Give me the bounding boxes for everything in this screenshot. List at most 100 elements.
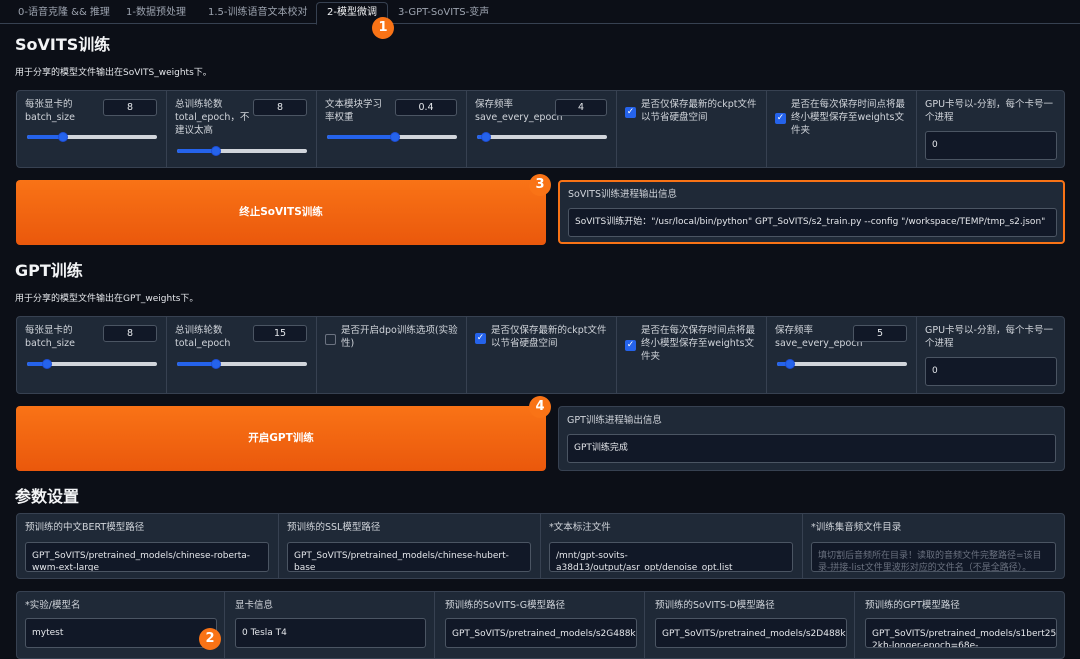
sovits-output-label: SoVITS训练进程输出信息 xyxy=(568,189,677,200)
sovits-batch-input[interactable]: 8 xyxy=(103,99,157,116)
sovits-output-textbox[interactable]: SoVITS训练开始："/usr/local/bin/python" GPT_S… xyxy=(568,208,1057,237)
s2d-path-cell: 预训练的SoVITS-D模型路径 GPT_SoVITS/pretrained_m… xyxy=(645,592,855,658)
sovits-output-panel: SoVITS训练进程输出信息 SoVITS训练开始："/usr/local/bi… xyxy=(558,180,1065,244)
sovits-epoch-cell: 总训练轮数total_epoch，不建议太高 8 xyxy=(167,91,317,167)
slider-knob[interactable] xyxy=(785,359,795,369)
gpt-save-label: 保存频率save_every_epoch xyxy=(775,325,863,349)
gpt-save-small-label: 是否在每次保存时间点将最终小模型保存至weights文件夹 xyxy=(641,325,756,362)
app-root: 0-语音克隆 && 推理 1-数据预处理 1.5-训练语音文本校对 2-模型微调… xyxy=(0,0,1080,659)
params-paths-panel: 预训练的中文BERT模型路径 GPT_SoVITS/pretrained_mod… xyxy=(16,513,1065,579)
list-file-cell: *文本标注文件 /mnt/gpt-sovits-a38d13/output/as… xyxy=(541,514,803,578)
s2d-path-input[interactable]: GPT_SoVITS/pretrained_models/s2D488k.pth xyxy=(655,618,847,648)
gpt-dpo-checkbox[interactable] xyxy=(325,334,336,345)
sovits-title: SoVITS训练 xyxy=(15,35,111,54)
gpt-save-small-checkbox[interactable]: ✓ xyxy=(625,340,636,351)
gpt-save-slider[interactable] xyxy=(777,359,907,369)
slider-knob[interactable] xyxy=(389,132,400,142)
gpu-info-cell: 显卡信息 0 Tesla T4 xyxy=(225,592,435,658)
gpt-batch-slider[interactable] xyxy=(27,359,157,369)
tab-proofread[interactable]: 1.5-训练语音文本校对 xyxy=(208,4,308,24)
slider-knob[interactable] xyxy=(41,359,52,369)
gpt-latest-ckpt-cell: ✓ 是否仅保存最新的ckpt文件以节省硬盘空间 xyxy=(467,317,617,393)
gpt-model-path-input[interactable]: GPT_SoVITS/pretrained_models/s1bert25hz-… xyxy=(865,618,1057,648)
sovits-latest-ckpt-checkbox[interactable]: ✓ xyxy=(625,107,636,118)
sovits-save-small-checkbox[interactable]: ✓ xyxy=(775,113,786,124)
gpt-epoch-slider[interactable] xyxy=(177,359,307,369)
sovits-save-label: 保存频率save_every_epoch xyxy=(475,99,563,123)
params-models-panel: *实验/模型名 mytest 显卡信息 0 Tesla T4 预训练的SoVIT… xyxy=(16,591,1065,659)
sovits-gpu-input[interactable]: 0 xyxy=(925,131,1057,160)
gpt-gpu-label: GPU卡号以-分割，每个卡号一个进程 xyxy=(925,325,1053,349)
gpt-latest-ckpt-checkbox[interactable]: ✓ xyxy=(475,333,486,344)
sovits-epoch-label: 总训练轮数total_epoch，不建议太高 xyxy=(175,99,250,136)
tab-inference[interactable]: 0-语音克隆 && 推理 xyxy=(18,4,110,24)
gpt-epoch-input[interactable]: 15 xyxy=(253,325,307,342)
gpt-gpu-input[interactable]: 0 xyxy=(925,357,1057,386)
step-badge-2: 2 xyxy=(199,628,221,650)
sovits-epoch-input[interactable]: 8 xyxy=(253,99,307,116)
tab-bar: 0-语音克隆 && 推理 1-数据预处理 1.5-训练语音文本校对 2-模型微调… xyxy=(0,0,1080,25)
tab-voice-change[interactable]: 3-GPT-SoVITS-变声 xyxy=(398,4,489,24)
sovits-gpu-label: GPU卡号以-分割，每个卡号一个进程 xyxy=(925,99,1053,123)
gpt-batch-input[interactable]: 8 xyxy=(103,325,157,342)
bert-path-label: 预训练的中文BERT模型路径 xyxy=(25,522,145,533)
sovits-batch-slider[interactable] xyxy=(27,132,157,142)
step-badge-4: 4 xyxy=(529,396,551,418)
sovits-latest-ckpt-cell: ✓ 是否仅保存最新的ckpt文件以节省硬盘空间 xyxy=(617,91,767,167)
s2d-path-label: 预训练的SoVITS-D模型路径 xyxy=(655,600,775,611)
s2g-path-input[interactable]: GPT_SoVITS/pretrained_models/s2G488k.pth xyxy=(445,618,637,648)
gpt-output-textbox[interactable]: GPT训练完成 xyxy=(567,434,1056,463)
gpt-epoch-label: 总训练轮数total_epoch xyxy=(175,325,231,349)
bert-path-cell: 预训练的中文BERT模型路径 GPT_SoVITS/pretrained_mod… xyxy=(17,514,279,578)
list-file-input[interactable]: /mnt/gpt-sovits-a38d13/output/asr_opt/de… xyxy=(549,542,793,572)
start-gpt-train-button[interactable]: 开启GPT训练 xyxy=(16,406,546,471)
slider-fill xyxy=(327,135,395,139)
slider-knob[interactable] xyxy=(58,132,69,142)
ssl-path-input[interactable]: GPT_SoVITS/pretrained_models/chinese-hub… xyxy=(287,542,531,572)
gpt-epoch-cell: 总训练轮数total_epoch 15 xyxy=(167,317,317,393)
gpu-info-input[interactable]: 0 Tesla T4 xyxy=(235,618,426,648)
gpt-batch-label: 每张显卡的batch_size xyxy=(25,325,75,349)
stop-sovits-train-button[interactable]: 终止SoVITS训练 xyxy=(16,180,546,245)
sovits-save-input[interactable]: 4 xyxy=(555,99,607,116)
gpt-gpu-cell: GPU卡号以-分割，每个卡号一个进程 0 xyxy=(917,317,1066,393)
params-title: 参数设置 xyxy=(15,487,80,506)
slider-knob[interactable] xyxy=(211,146,221,156)
gpt-output-label: GPT训练进程输出信息 xyxy=(567,415,662,426)
step-badge-3: 3 xyxy=(529,174,551,196)
s2g-path-label: 预训练的SoVITS-G模型路径 xyxy=(445,600,566,611)
gpt-latest-ckpt-label: 是否仅保存最新的ckpt文件以节省硬盘空间 xyxy=(491,325,607,349)
sovits-save-slider[interactable] xyxy=(477,132,607,142)
exp-name-label: *实验/模型名 xyxy=(25,600,81,611)
sovits-text-lr-cell: 文本模块学习率权重 0.4 xyxy=(317,91,467,167)
gpt-save-input[interactable]: 5 xyxy=(853,325,907,342)
sovits-text-lr-slider[interactable] xyxy=(327,132,457,142)
wav-dir-cell: *训练集音频文件目录 填切割后音频所在目录！读取的音频文件完整路径=该目录-拼接… xyxy=(803,514,1066,578)
gpt-params-panel: 每张显卡的batch_size 8 总训练轮数total_epoch 15 是否… xyxy=(16,316,1065,394)
slider-knob[interactable] xyxy=(211,359,221,369)
gpt-batch-cell: 每张显卡的batch_size 8 xyxy=(17,317,167,393)
gpt-model-path-cell: 预训练的GPT模型路径 GPT_SoVITS/pretrained_models… xyxy=(855,592,1066,658)
gpt-desc: 用于分享的模型文件输出在GPT_weights下。 xyxy=(15,294,199,304)
sovits-epoch-slider[interactable] xyxy=(177,146,307,156)
sovits-batch-label: 每张显卡的batch_size xyxy=(25,99,75,123)
exp-name-input[interactable]: mytest xyxy=(25,618,217,648)
wav-dir-input[interactable]: 填切割后音频所在目录！读取的音频文件完整路径=该目录-拼接-list文件里波形对… xyxy=(811,542,1056,572)
gpt-dpo-cell: 是否开启dpo训练选项(实验性) xyxy=(317,317,467,393)
bert-path-input[interactable]: GPT_SoVITS/pretrained_models/chinese-rob… xyxy=(25,542,269,572)
gpt-title: GPT训练 xyxy=(15,261,83,280)
gpt-output-panel: GPT训练进程输出信息 GPT训练完成 xyxy=(558,406,1065,471)
list-file-label: *文本标注文件 xyxy=(549,522,611,533)
gpu-info-label: 显卡信息 xyxy=(235,600,274,611)
exp-name-cell: *实验/模型名 mytest xyxy=(17,592,225,658)
slider-knob[interactable] xyxy=(481,132,492,142)
sovits-text-lr-input[interactable]: 0.4 xyxy=(395,99,457,116)
gpt-save-small-cell: ✓ 是否在每次保存时间点将最终小模型保存至weights文件夹 xyxy=(617,317,767,393)
sovits-save-small-label: 是否在每次保存时间点将最终小模型保存至weights文件夹 xyxy=(791,99,906,136)
gpt-save-cell: 保存频率save_every_epoch 5 xyxy=(767,317,917,393)
wav-dir-label: *训练集音频文件目录 xyxy=(811,522,902,533)
step-badge-1: 1 xyxy=(372,17,394,39)
tab-preprocess[interactable]: 1-数据预处理 xyxy=(126,4,186,24)
sovits-save-small-cell: ✓ 是否在每次保存时间点将最终小模型保存至weights文件夹 xyxy=(767,91,917,167)
sovits-params-panel: 每张显卡的batch_size 8 总训练轮数total_epoch，不建议太高… xyxy=(16,90,1065,168)
